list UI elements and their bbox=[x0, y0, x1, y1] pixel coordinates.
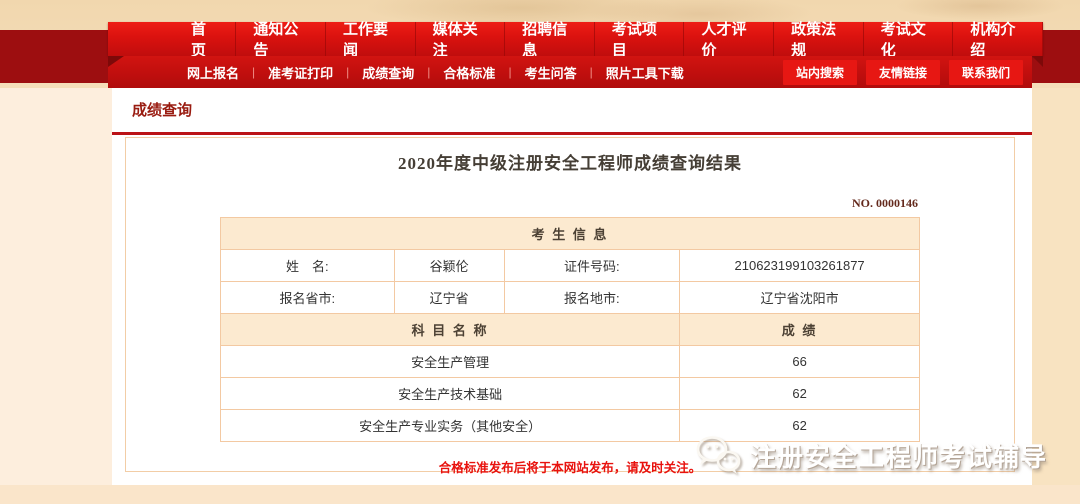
result-panel: 2020年度中级注册安全工程师成绩查询结果 NO. 0000146 考 生 信 … bbox=[125, 137, 1015, 472]
name-value: 谷颖伦 bbox=[394, 250, 504, 282]
city-label: 报名地市: bbox=[504, 282, 680, 314]
subnav-item-print-ticket[interactable]: 准考证打印 bbox=[255, 63, 346, 82]
nav-item-home[interactable]: 首页 bbox=[174, 22, 235, 56]
candidate-info-header: 考 生 信 息 bbox=[221, 218, 920, 250]
city-value: 辽宁省沈阳市 bbox=[680, 282, 920, 314]
main-nav: 首页 通知公告 工作要闻 媒体关注 招聘信息 考试项目 人才评价 政策法规 考试… bbox=[108, 22, 1043, 56]
contact-us-button[interactable]: 联系我们 bbox=[949, 60, 1023, 85]
name-label: 姓 名: bbox=[221, 250, 395, 282]
table-row-section-header: 考 生 信 息 bbox=[221, 218, 920, 250]
subject-name-header: 科 目 名 称 bbox=[221, 314, 680, 346]
subject-name: 安全生产技术基础 bbox=[221, 378, 680, 410]
ribbon-fold-right bbox=[1032, 56, 1043, 67]
content-card: 成绩查询 2020年度中级注册安全工程师成绩查询结果 NO. 0000146 考… bbox=[112, 88, 1032, 485]
subnav-item-pass-standard[interactable]: 合格标准 bbox=[430, 63, 508, 82]
nav-item-exam-projects[interactable]: 考试项目 bbox=[594, 22, 684, 56]
ribbon-fold-left bbox=[108, 56, 124, 67]
result-title: 2020年度中级注册安全工程师成绩查询结果 bbox=[126, 149, 1014, 174]
table-row: 安全生产技术基础 62 bbox=[221, 378, 920, 410]
nav-item-exam-culture[interactable]: 考试文化 bbox=[863, 22, 953, 56]
sub-nav: 网上报名 | 准考证打印 | 成绩查询 | 合格标准 | 考生问答 | 照片工具… bbox=[108, 56, 1032, 88]
nav-item-media[interactable]: 媒体关注 bbox=[415, 22, 505, 56]
subject-score: 62 bbox=[680, 378, 920, 410]
province-label: 报名省市: bbox=[221, 282, 395, 314]
watermark: 注册安全工程师考试辅导 bbox=[694, 434, 1047, 476]
subnav-item-online-signup[interactable]: 网上报名 bbox=[174, 63, 252, 82]
table-row: 报名省市: 辽宁省 报名地市: 辽宁省沈阳市 bbox=[221, 282, 920, 314]
subnav-item-score-query[interactable]: 成绩查询 bbox=[349, 63, 427, 82]
bottom-background-strip bbox=[0, 485, 1080, 504]
left-background-strip bbox=[0, 88, 112, 485]
section-title: 成绩查询 bbox=[132, 99, 192, 120]
nav-item-recruit-info[interactable]: 招聘信息 bbox=[504, 22, 594, 56]
province-value: 辽宁省 bbox=[394, 282, 504, 314]
friend-links-button[interactable]: 友情链接 bbox=[866, 60, 940, 85]
id-number-label: 证件号码: bbox=[504, 250, 680, 282]
subnav-item-photo-tool[interactable]: 照片工具下载 bbox=[593, 63, 697, 82]
score-table: 考 生 信 息 姓 名: 谷颖伦 证件号码: 21062319910326187… bbox=[220, 217, 920, 442]
wechat-icon bbox=[694, 434, 742, 476]
subnav-item-candidate-qa[interactable]: 考生问答 bbox=[512, 63, 590, 82]
subject-score: 66 bbox=[680, 346, 920, 378]
serial-number: NO. 0000146 bbox=[126, 196, 1014, 211]
table-row: 安全生产管理 66 bbox=[221, 346, 920, 378]
score-header: 成 绩 bbox=[680, 314, 920, 346]
site-search-button[interactable]: 站内搜索 bbox=[783, 60, 857, 85]
right-background-strip bbox=[1032, 88, 1080, 485]
nav-item-about[interactable]: 机构介绍 bbox=[952, 22, 1043, 56]
id-number-value: 210623199103261877 bbox=[680, 250, 920, 282]
table-row: 姓 名: 谷颖伦 证件号码: 210623199103261877 bbox=[221, 250, 920, 282]
nav-item-policies[interactable]: 政策法规 bbox=[773, 22, 863, 56]
score-query-page: 首页 通知公告 工作要闻 媒体关注 招聘信息 考试项目 人才评价 政策法规 考试… bbox=[0, 0, 1080, 504]
nav-item-work-news[interactable]: 工作要闻 bbox=[325, 22, 415, 56]
subject-name: 安全生产管理 bbox=[221, 346, 680, 378]
subject-name: 安全生产专业实务（其他安全） bbox=[221, 410, 680, 442]
section-divider bbox=[112, 132, 1032, 135]
watermark-text: 注册安全工程师考试辅导 bbox=[750, 437, 1047, 474]
nav-item-notices[interactable]: 通知公告 bbox=[235, 22, 325, 56]
table-row-subject-header: 科 目 名 称 成 绩 bbox=[221, 314, 920, 346]
nav-item-talent-eval[interactable]: 人才评价 bbox=[683, 22, 773, 56]
